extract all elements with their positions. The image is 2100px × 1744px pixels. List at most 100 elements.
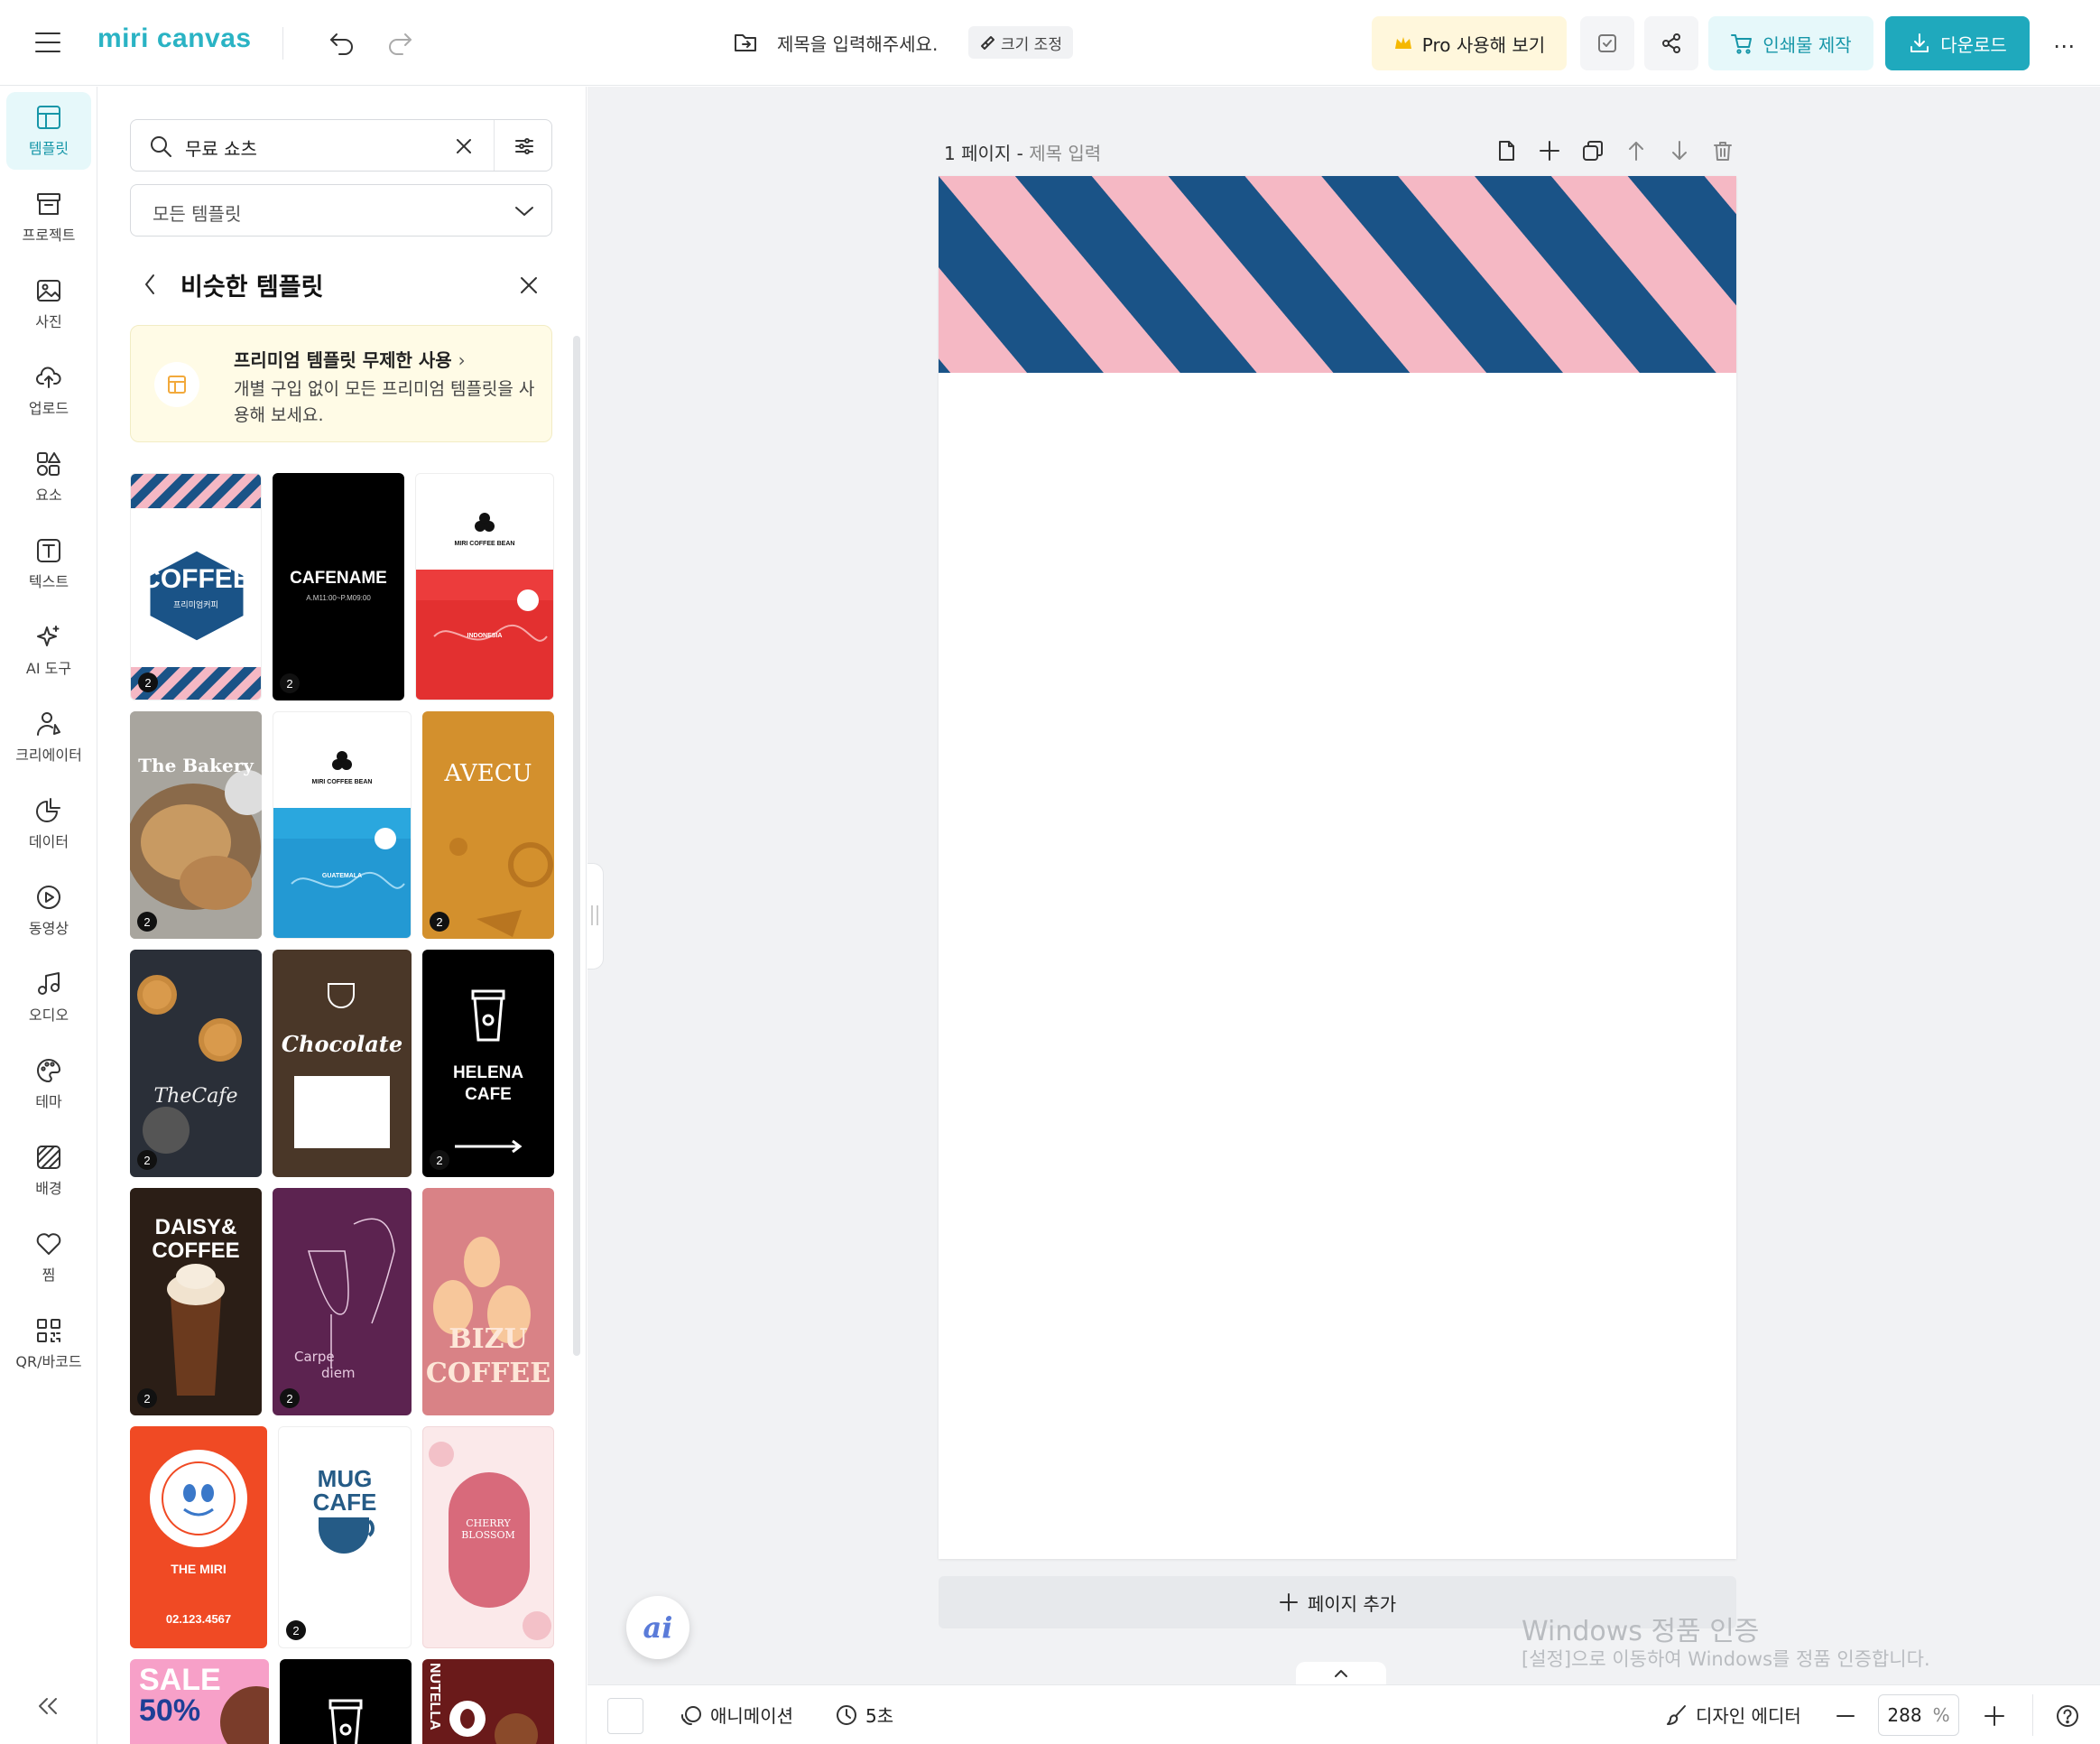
nav-item-data[interactable]: 데이터 <box>6 785 91 863</box>
divider <box>282 27 283 60</box>
template-category-select[interactable]: 모든 템플릿 <box>130 184 552 237</box>
template-coffee[interactable]: COFFEE 프리미엄커피 2 <box>130 473 262 700</box>
template-nutella[interactable]: NUTELLA <box>422 1659 554 1744</box>
nav-item-ai-tools[interactable]: AI 도구 <box>6 612 91 690</box>
left-nav: 템플릿 프로젝트 사진 업로드 요소 텍스트 AI 도구 크리에이터 데이터 동… <box>0 87 97 1744</box>
page-label[interactable]: 1 페이지 - 제목 입력 <box>944 139 1101 165</box>
premium-promo-banner[interactable]: 프리미엄 템플릿 무제한 사용 › 개별 구입 없이 모든 프리미엄 템플릿을 … <box>130 325 552 442</box>
design-editor-button[interactable]: 디자인 에디터 <box>1665 1702 1801 1728</box>
audio-icon <box>38 972 60 995</box>
template-chocolate[interactable]: Chocolate <box>273 950 412 1177</box>
download-icon <box>1910 33 1929 52</box>
delete-page-icon[interactable] <box>1711 139 1735 162</box>
nav-item-elements[interactable]: 요소 <box>6 439 91 516</box>
page-memo-icon[interactable] <box>1494 139 1518 162</box>
close-icon[interactable] <box>520 276 538 294</box>
nav-item-background[interactable]: 배경 <box>6 1132 91 1210</box>
template-bizu-coffee[interactable]: BIZU COFFEE <box>422 1188 554 1415</box>
save-button[interactable] <box>1580 16 1634 70</box>
search-icon <box>151 136 171 157</box>
back-arrow-icon[interactable] <box>143 273 157 296</box>
more-options-icon[interactable]: ⋯ <box>2053 33 2077 59</box>
print-order-button[interactable]: 인쇄물 제작 <box>1708 16 1873 70</box>
resize-button[interactable]: 크기 조정 <box>968 26 1073 59</box>
duplicate-page-icon[interactable] <box>1581 139 1605 162</box>
move-up-icon[interactable] <box>1624 139 1648 162</box>
template-black-cup[interactable] <box>280 1659 412 1744</box>
template-cherry-blossom[interactable]: CHERRY BLOSSOM <box>422 1426 554 1648</box>
nav-item-video[interactable]: 동영상 <box>6 872 91 950</box>
upload-icon <box>36 366 61 388</box>
add-page-icon[interactable] <box>1538 139 1561 162</box>
template-coffee-bean-blue[interactable]: MIRI COFFEE BEAN GUATEMALA <box>273 711 412 939</box>
template-helena-cafe[interactable]: HELENA CAFE 2 <box>422 950 554 1177</box>
template-title: BIZU <box>449 1323 528 1355</box>
template-sale[interactable]: SALE 50% <box>130 1659 269 1744</box>
template-subtitle: 02.123.4567 <box>165 1612 232 1626</box>
clear-search-icon[interactable] <box>456 138 472 154</box>
zoom-input[interactable]: 288 % <box>1878 1694 1959 1736</box>
nav-item-upload[interactable]: 업로드 <box>6 352 91 430</box>
app-logo[interactable]: miri canvas <box>97 23 252 54</box>
nav-item-theme[interactable]: 테마 <box>6 1045 91 1123</box>
nav-item-qr-barcode[interactable]: QR/바코드 <box>6 1305 91 1383</box>
folder-move-icon[interactable] <box>733 30 758 55</box>
template-cafename[interactable]: CAFENAME A.M11:00~P.M09:00 2 <box>273 473 404 700</box>
share-button[interactable] <box>1644 16 1698 70</box>
search-input[interactable]: 무료 쇼츠 <box>185 135 257 161</box>
template-title: HELENA <box>452 1063 524 1082</box>
page-title-input[interactable]: 제목 입력 <box>1029 143 1101 164</box>
windows-activation-watermark-desc: [설정]으로 이동하여 Windows를 정품 인증합니다. <box>1522 1648 1930 1670</box>
help-icon[interactable] <box>2055 1703 2080 1729</box>
template-title: TheCafe <box>153 1085 238 1108</box>
nav-item-favorites[interactable]: 찜 <box>6 1219 91 1296</box>
avecu-art <box>449 838 553 937</box>
move-down-icon[interactable] <box>1668 139 1691 162</box>
nav-item-text[interactable]: 텍스트 <box>6 525 91 603</box>
template-bakery[interactable]: The Bakery 2 <box>130 711 262 939</box>
template-smoothie[interactable]: THE MIRI 02.123.4567 <box>130 1426 267 1648</box>
template-subtitle: CAFE <box>312 1489 377 1516</box>
windows-activation-watermark-title: Windows 정품 인증 <box>1522 1616 1760 1647</box>
template-title: DAISY& <box>154 1215 237 1239</box>
save-icon <box>1598 34 1616 52</box>
template-avecu[interactable]: AVECU 2 <box>422 711 554 939</box>
collapse-sidebar-icon[interactable] <box>36 1695 60 1717</box>
stripe-banner-graphic[interactable] <box>939 176 1736 373</box>
template-search-field[interactable]: 무료 쇼츠 <box>130 119 552 172</box>
design-editor-label: 디자인 에디터 <box>1696 1705 1801 1727</box>
nav-item-creator[interactable]: 크리에이터 <box>6 699 91 776</box>
design-canvas[interactable] <box>939 176 1736 1559</box>
filter-icon[interactable] <box>513 135 535 157</box>
page-thumbnail-button[interactable] <box>607 1698 643 1734</box>
download-button[interactable]: 다운로드 <box>1885 16 2030 70</box>
template-carpe-diem[interactable]: Carpe diem 2 <box>273 1188 412 1415</box>
nav-label: 데이터 <box>28 833 69 850</box>
nav-item-photos[interactable]: 사진 <box>6 265 91 343</box>
template-coffee-bean-red[interactable]: MIRI COFFEE BEAN INDONESIA <box>415 473 554 700</box>
expand-timeline-tab[interactable] <box>1296 1662 1386 1685</box>
template-thecafe[interactable]: TheCafe 2 <box>130 950 262 1177</box>
nav-item-templates[interactable]: 템플릿 <box>6 92 91 170</box>
template-mug-cafe[interactable]: MUG CAFE 2 <box>278 1426 412 1648</box>
pro-trial-button[interactable]: Pro 사용해 보기 <box>1372 16 1567 70</box>
ai-assistant-button[interactable]: ai <box>626 1596 689 1659</box>
zoom-out-icon[interactable] <box>1835 1705 1856 1727</box>
animation-button[interactable]: 애니메이션 <box>680 1702 793 1728</box>
page-count-badge: 2 <box>137 912 157 932</box>
nav-item-projects[interactable]: 프로젝트 <box>6 179 91 256</box>
data-icon <box>36 798 60 822</box>
background-icon <box>37 1146 60 1169</box>
nav-label: AI 도구 <box>25 660 72 677</box>
elements-icon <box>37 452 60 476</box>
zoom-in-icon[interactable] <box>1983 1704 2006 1728</box>
undo-icon[interactable] <box>328 29 356 56</box>
panel-scrollbar[interactable] <box>573 336 580 1356</box>
panel-collapse-handle[interactable] <box>587 863 604 969</box>
document-title-input[interactable]: 제목을 입력해주세요. <box>777 30 938 56</box>
template-daisy-coffee[interactable]: DAISY& COFFEE 2 <box>130 1188 262 1415</box>
menu-icon[interactable] <box>34 31 61 54</box>
redo-icon[interactable] <box>386 29 413 56</box>
duration-button[interactable]: 5초 <box>835 1702 893 1728</box>
nav-item-audio[interactable]: 오디오 <box>6 959 91 1036</box>
